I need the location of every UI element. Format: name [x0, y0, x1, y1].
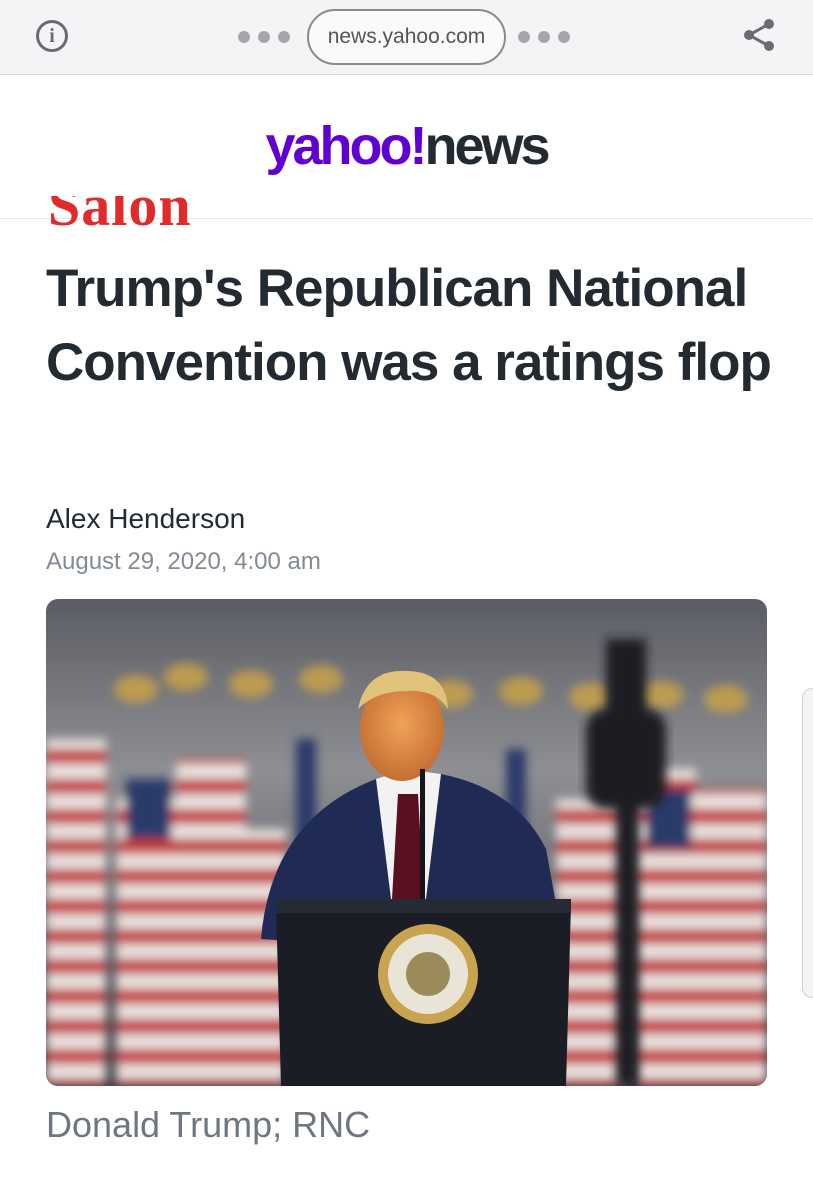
article-photo[interactable]: [46, 599, 767, 1086]
share-icon[interactable]: [742, 17, 776, 53]
page-dots-right: [518, 31, 570, 43]
logo-yahoo: yahoo!: [265, 116, 427, 176]
article-date: August 29, 2020, 4:00 am: [46, 548, 321, 575]
yahoo-news-logo[interactable]: yahoo!news: [0, 115, 813, 177]
browser-toolbar: i news.yahoo.com: [0, 0, 813, 75]
publisher-logo[interactable]: Salon: [48, 196, 248, 240]
page-dots-left: [238, 31, 290, 43]
article-headline: Trump's Republican National Convention w…: [46, 259, 772, 392]
address-bar[interactable]: news.yahoo.com: [307, 9, 506, 65]
info-icon[interactable]: i: [36, 20, 68, 52]
logo-news: news: [424, 116, 550, 176]
publisher-name: Salon: [48, 196, 192, 238]
article-author[interactable]: Alex Henderson: [46, 503, 245, 535]
photo-caption: Donald Trump; RNC: [46, 1104, 371, 1145]
edge-panel-handle[interactable]: [802, 688, 813, 998]
